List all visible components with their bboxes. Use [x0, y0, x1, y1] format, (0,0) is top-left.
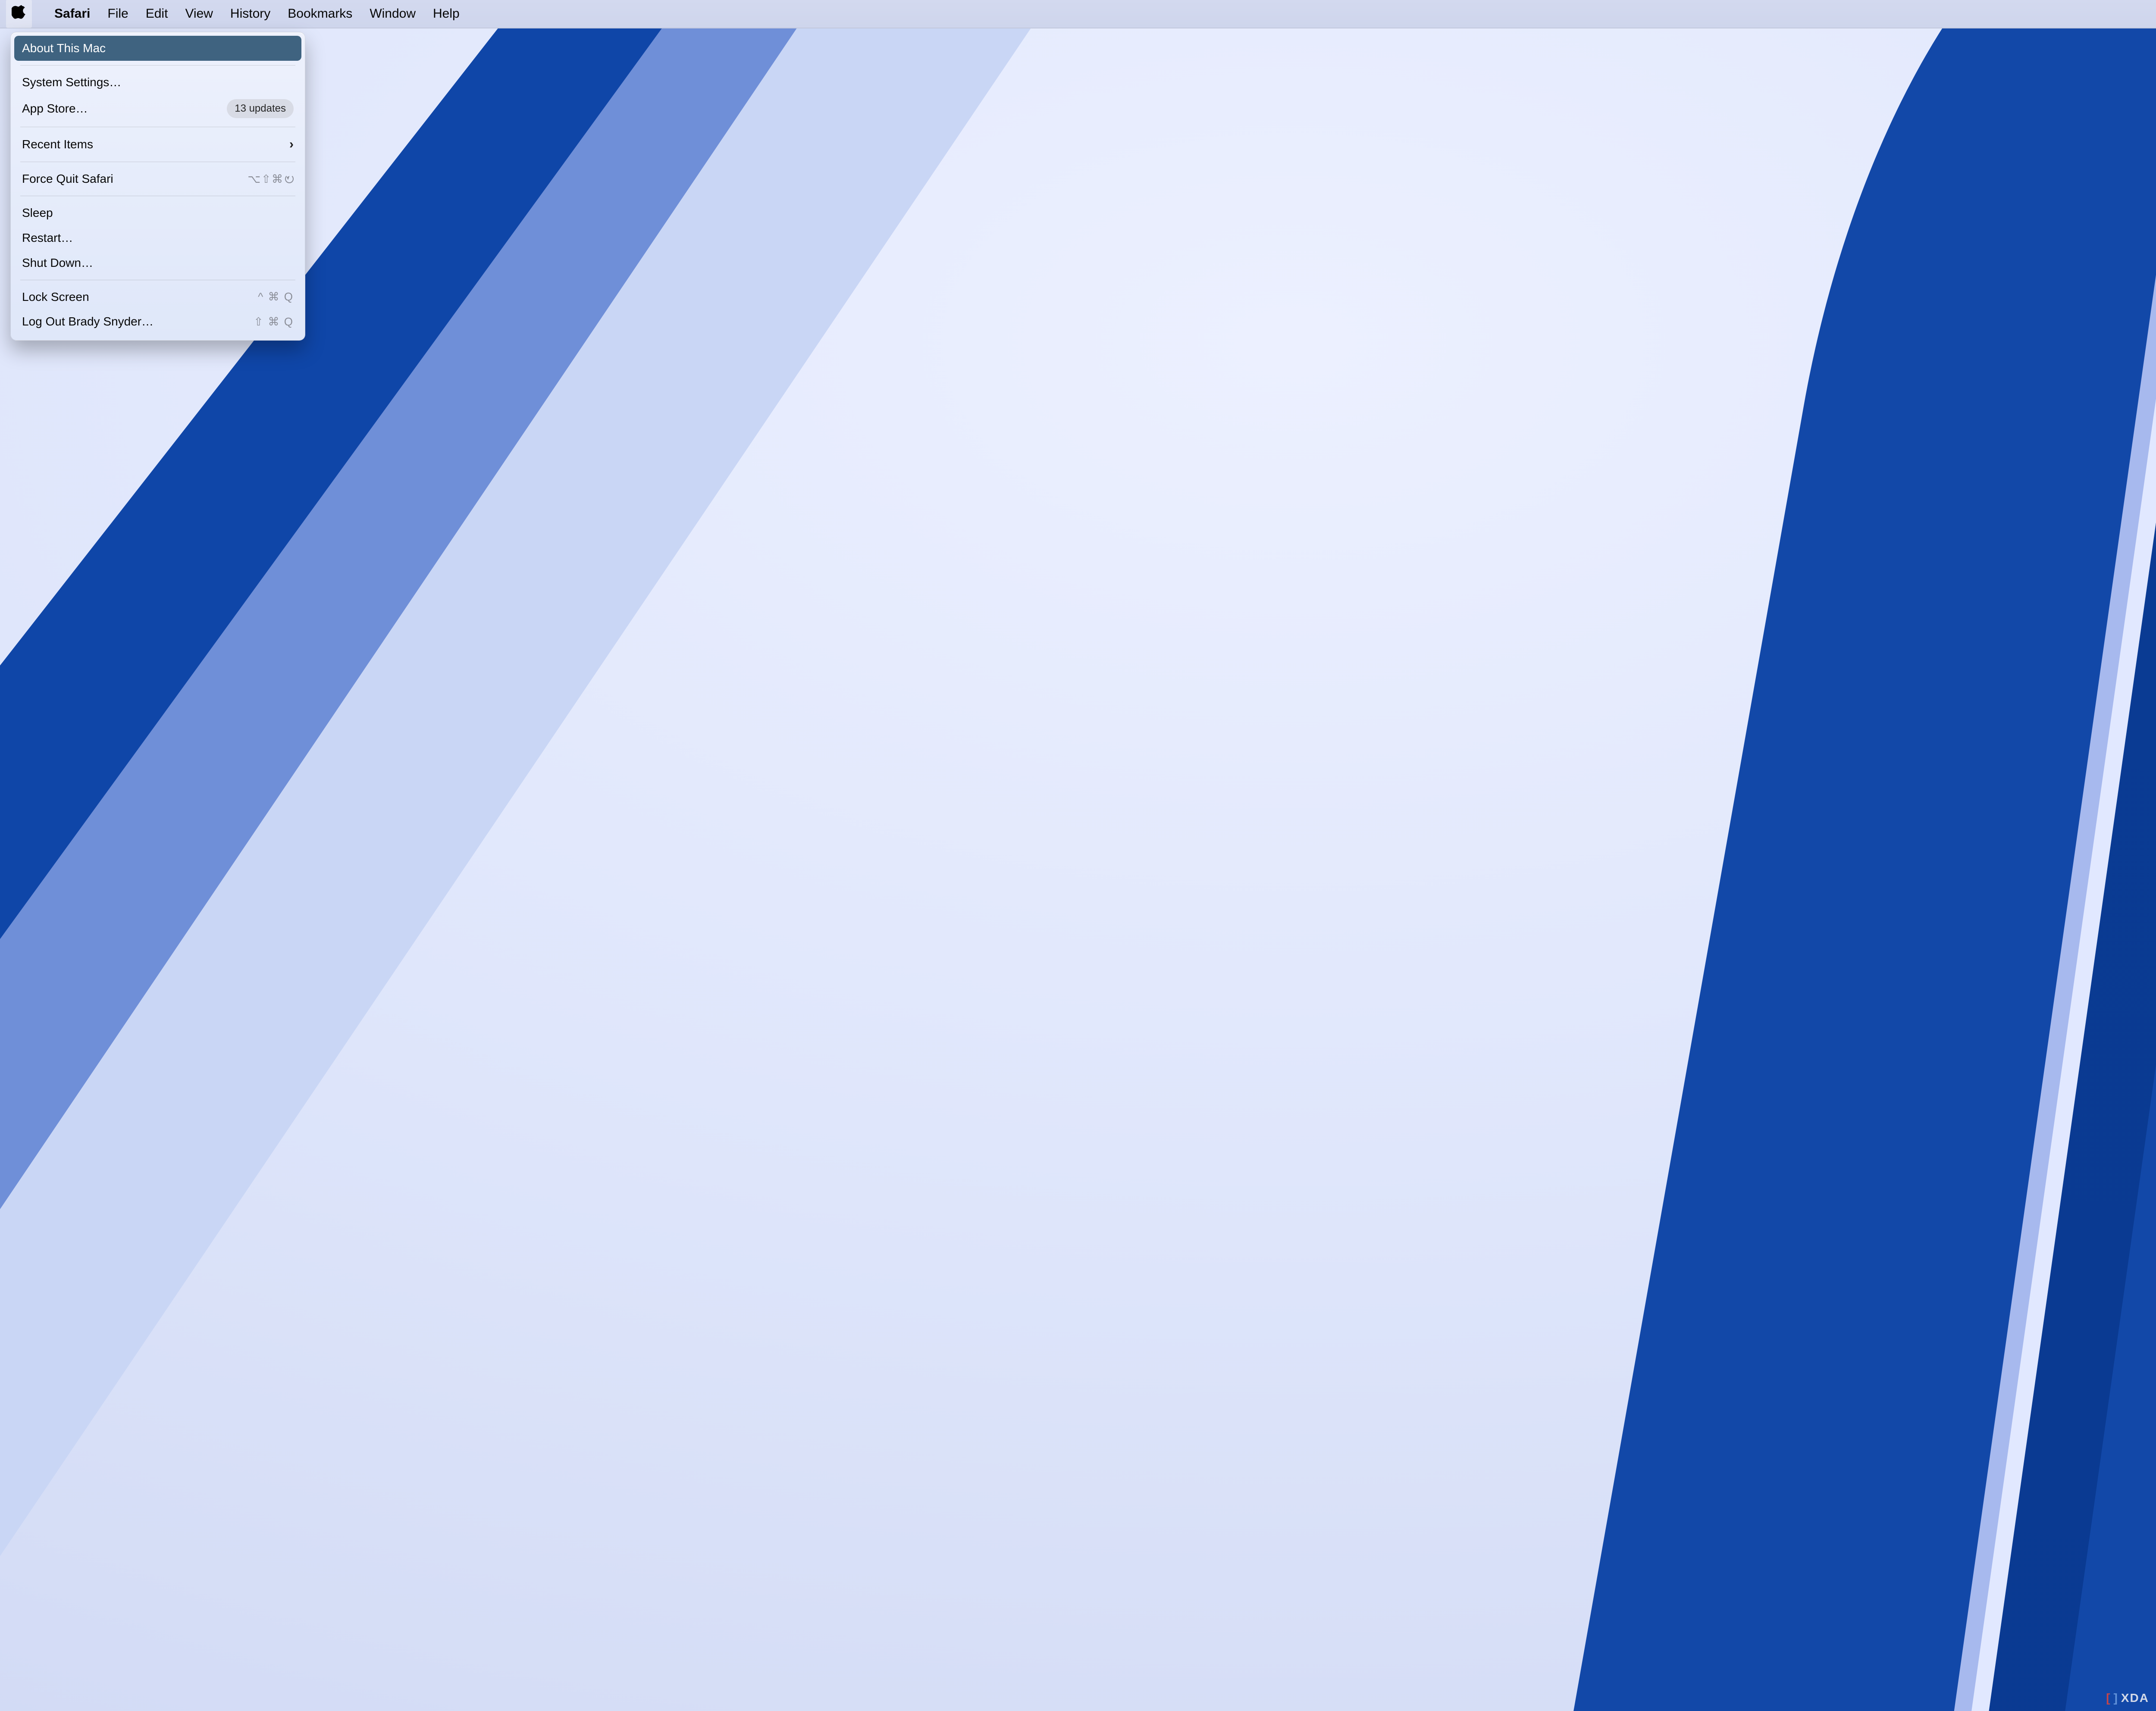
menu-item-label: Log Out Brady Snyder… [22, 313, 154, 330]
menu-item-recent-items[interactable]: Recent Items › [14, 131, 301, 158]
menu-item-restart[interactable]: Restart… [14, 225, 301, 250]
menubar-item-bookmarks[interactable]: Bookmarks [288, 6, 352, 21]
menu-item-label: App Store… [22, 100, 88, 117]
menu-item-label: About This Mac [22, 40, 106, 56]
apple-menu-button[interactable] [6, 0, 32, 28]
menu-item-app-store[interactable]: App Store… 13 updates [14, 95, 301, 122]
menubar-item-help[interactable]: Help [433, 6, 460, 21]
menubar-item-edit[interactable]: Edit [146, 6, 168, 21]
menu-item-lock-screen[interactable]: Lock Screen ^ ⌘ Q [14, 285, 301, 310]
apple-menu-dropdown: About This Mac System Settings… App Stor… [10, 32, 305, 341]
menu-item-label: Shut Down… [22, 255, 93, 271]
keyboard-shortcut: ^ ⌘ Q [258, 289, 294, 304]
menu-item-force-quit[interactable]: Force Quit Safari ⌥⇧⌘ [14, 166, 301, 191]
menu-item-label: Recent Items [22, 136, 93, 153]
watermark-text: XDA [2121, 1691, 2149, 1705]
menu-item-label: Force Quit Safari [22, 171, 113, 187]
menu-item-label: Restart… [22, 230, 73, 246]
xda-watermark: [] XDA [2106, 1691, 2149, 1705]
menu-item-label: System Settings… [22, 74, 121, 91]
apple-logo-icon [12, 4, 26, 24]
menubar-item-view[interactable]: View [185, 6, 213, 21]
chevron-right-icon: › [289, 136, 294, 153]
menubar: Safari File Edit View History Bookmarks … [0, 0, 2156, 28]
menubar-item-file[interactable]: File [107, 6, 128, 21]
bracket-left-icon: [ [2106, 1691, 2111, 1705]
menu-item-sleep[interactable]: Sleep [14, 200, 301, 225]
menubar-item-history[interactable]: History [230, 6, 270, 21]
menu-item-label: Sleep [22, 205, 53, 221]
menu-item-label: Lock Screen [22, 289, 89, 305]
menu-item-shut-down[interactable]: Shut Down… [14, 250, 301, 275]
keyboard-shortcut: ⇧ ⌘ Q [254, 314, 294, 329]
escape-icon [285, 175, 294, 183]
menu-item-log-out[interactable]: Log Out Brady Snyder… ⇧ ⌘ Q [14, 309, 301, 334]
menu-separator [20, 65, 295, 66]
updates-badge: 13 updates [227, 99, 294, 118]
keyboard-shortcut: ⌥⇧⌘ [248, 172, 294, 187]
menu-item-system-settings[interactable]: System Settings… [14, 70, 301, 95]
bracket-right-icon: ] [2114, 1691, 2118, 1705]
menubar-item-window[interactable]: Window [370, 6, 416, 21]
desktop-wallpaper [0, 0, 2156, 1711]
active-app-name[interactable]: Safari [54, 6, 90, 21]
menu-item-about-this-mac[interactable]: About This Mac [14, 36, 301, 61]
